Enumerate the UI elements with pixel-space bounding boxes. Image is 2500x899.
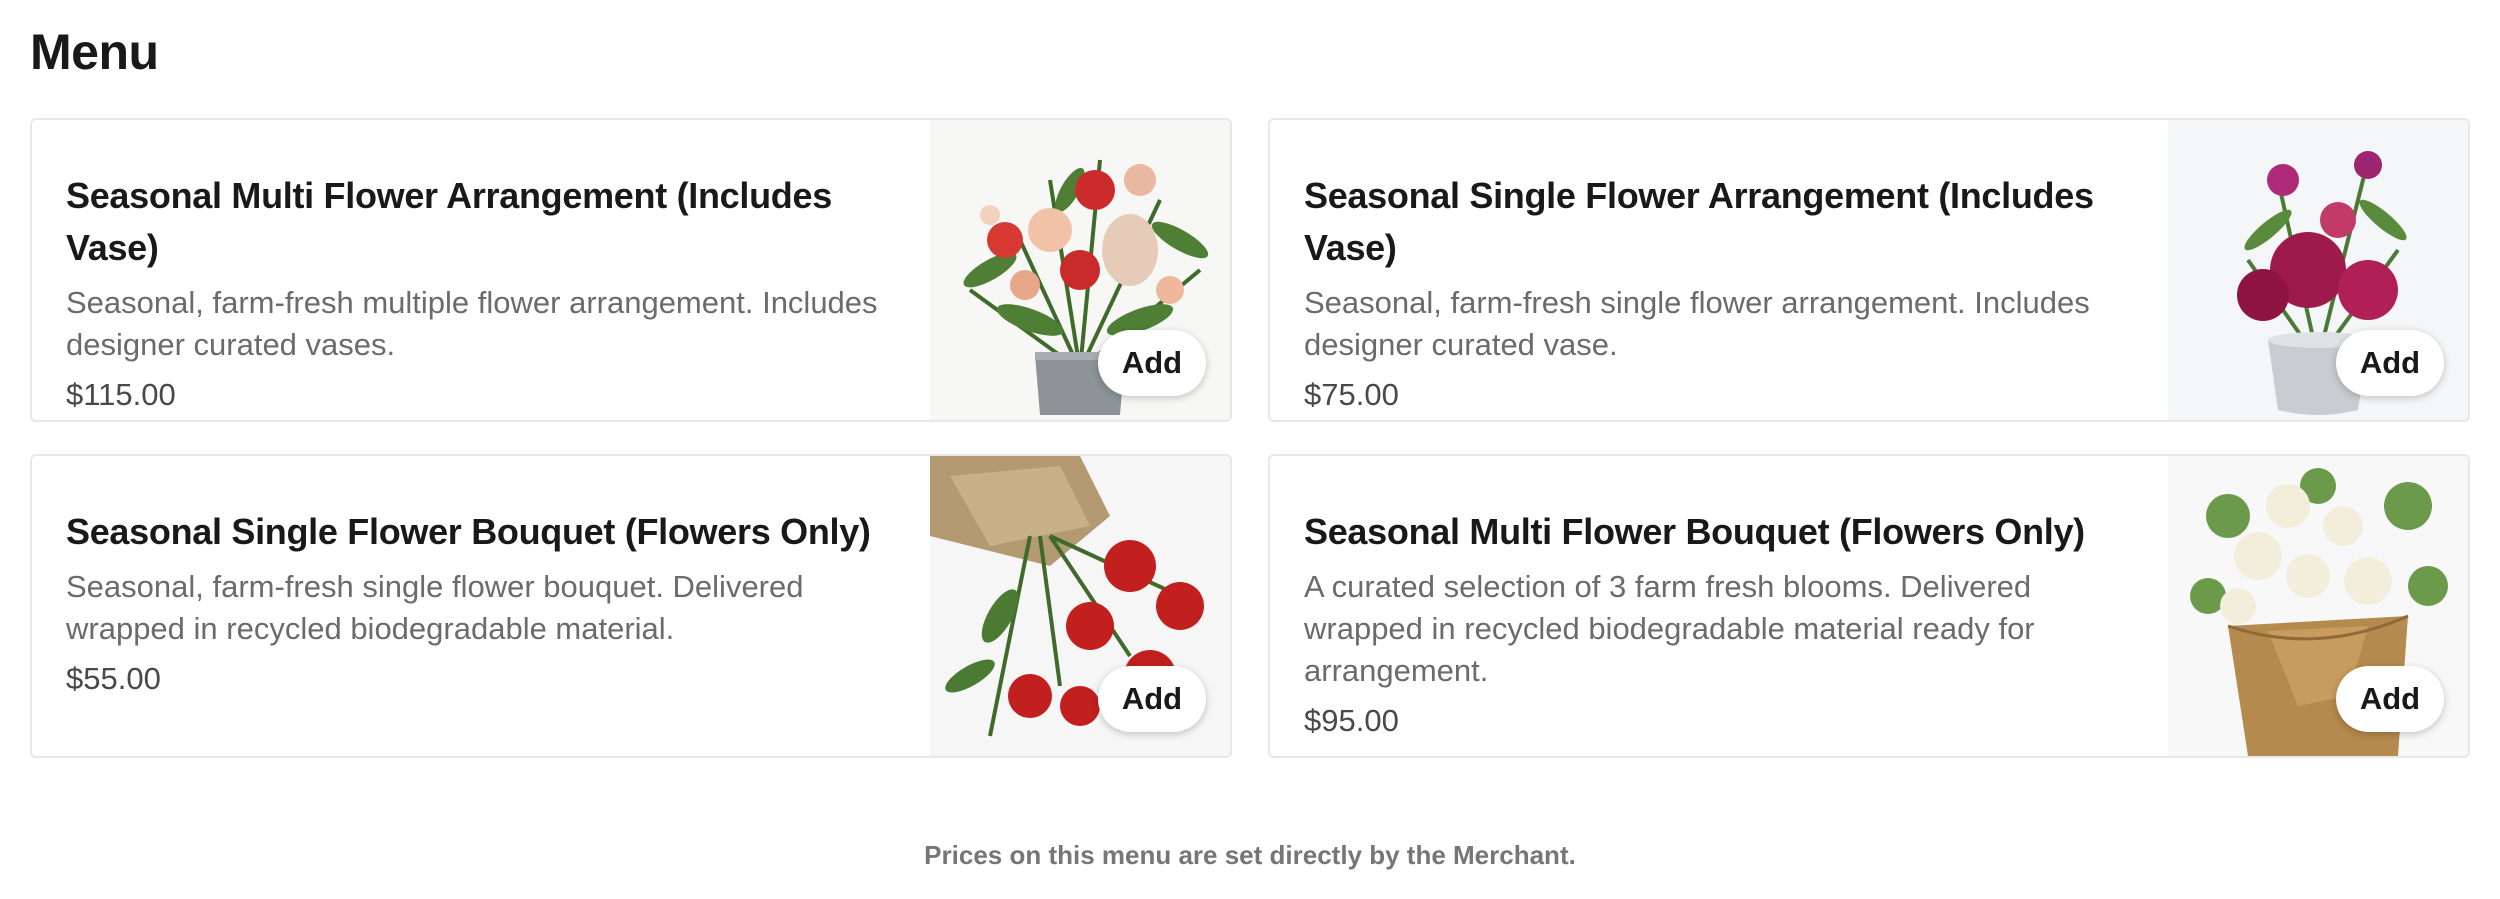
menu-item-text: Seasonal Single Flower Bouquet (Flowers … — [32, 456, 930, 756]
add-button[interactable]: Add — [2336, 330, 2444, 396]
menu-item-title: Seasonal Single Flower Arrangement (Incl… — [1304, 175, 2094, 268]
menu-item-image[interactable]: Add — [2168, 120, 2468, 420]
add-button[interactable]: Add — [2336, 666, 2444, 732]
menu-item-price: $75.00 — [1304, 377, 1399, 412]
menu-item-description: Seasonal, farm-fresh single flower arran… — [1304, 285, 2090, 362]
menu-item-image[interactable]: Add — [930, 456, 1230, 756]
menu-item-price: $95.00 — [1304, 703, 1399, 738]
menu-item-card[interactable]: Seasonal Single Flower Arrangement (Incl… — [1268, 118, 2470, 422]
menu-item-text: Seasonal Multi Flower Bouquet (Flowers O… — [1270, 456, 2168, 756]
page-title: Menu — [30, 24, 159, 80]
menu-item-image[interactable]: Add — [930, 120, 1230, 420]
menu-item-card[interactable]: Seasonal Multi Flower Bouquet (Flowers O… — [1268, 454, 2470, 758]
menu-item-title: Seasonal Multi Flower Bouquet (Flowers O… — [1304, 511, 2085, 552]
menu-item-description: A curated selection of 3 farm fresh bloo… — [1304, 569, 2035, 688]
menu-item-title: Seasonal Single Flower Bouquet (Flowers … — [66, 511, 871, 552]
add-button[interactable]: Add — [1098, 330, 1206, 396]
menu-item-image[interactable]: Add — [2168, 456, 2468, 756]
menu-item-price: $115.00 — [66, 377, 176, 412]
menu-item-text: Seasonal Multi Flower Arrangement (Inclu… — [32, 120, 930, 420]
menu-item-title: Seasonal Multi Flower Arrangement (Inclu… — [66, 175, 832, 268]
menu-item-price: $55.00 — [66, 661, 161, 696]
footer-note: Prices on this menu are set directly by … — [924, 840, 1576, 870]
add-button[interactable]: Add — [1098, 666, 1206, 732]
menu-item-description: Seasonal, farm-fresh multiple flower arr… — [66, 285, 878, 362]
menu-item-card[interactable]: Seasonal Single Flower Bouquet (Flowers … — [30, 454, 1232, 758]
menu-grid: Seasonal Multi Flower Arrangement (Inclu… — [30, 118, 2470, 758]
menu-item-card[interactable]: Seasonal Multi Flower Arrangement (Inclu… — [30, 118, 1232, 422]
menu-item-description: Seasonal, farm-fresh single flower bouqu… — [66, 569, 804, 646]
menu-item-text: Seasonal Single Flower Arrangement (Incl… — [1270, 120, 2168, 420]
